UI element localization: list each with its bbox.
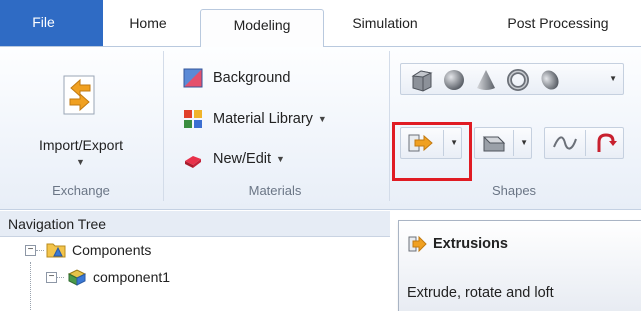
tab-modeling-label: Modeling <box>233 17 291 33</box>
tooltip-title-text: Extrusions <box>433 236 508 252</box>
brick-icon[interactable] <box>409 67 435 93</box>
chevron-down-icon: ▼ <box>76 157 85 167</box>
new-edit-label: New/Edit <box>213 151 272 167</box>
tooltip-title: Extrusions <box>407 235 508 253</box>
ribbon-tab-bar: File Home Modeling Simulation Post Proce… <box>0 0 641 47</box>
import-export-label: Import/Export <box>38 137 124 153</box>
navigation-tree-title: Navigation Tree <box>8 216 107 232</box>
ellipsoid-icon[interactable] <box>537 67 563 93</box>
tab-file[interactable]: File <box>0 0 103 46</box>
material-library-icon <box>184 110 202 128</box>
navigation-tree: − Components − component1 <box>0 238 390 311</box>
new-edit-button[interactable]: New/Edit ▼ <box>182 146 285 172</box>
tree-item-label: component1 <box>93 269 171 285</box>
components-folder-icon <box>46 243 66 258</box>
extrusions-highlight-box <box>392 122 472 181</box>
chevron-down-icon[interactable]: ▼ <box>609 74 617 83</box>
primitive-shapes-toolbar: ▼ <box>400 63 624 95</box>
tab-simulation[interactable]: Simulation <box>340 8 430 46</box>
tab-home[interactable]: Home <box>118 8 178 46</box>
extrusion-icon <box>408 235 427 253</box>
curves-toolbar <box>544 127 624 159</box>
bend-curve-icon[interactable] <box>593 132 619 154</box>
background-icon <box>183 68 203 88</box>
torus-icon[interactable] <box>505 67 531 93</box>
navigation-tree-header: Navigation Tree <box>0 211 390 237</box>
background-button[interactable]: Background <box>182 65 290 91</box>
sphere-icon[interactable] <box>441 67 467 93</box>
collapse-toggle[interactable]: − <box>25 244 36 256</box>
tree-item-components[interactable]: − Components <box>25 240 151 260</box>
group-label-shapes: Shapes <box>491 183 537 198</box>
background-label: Background <box>213 70 291 86</box>
collapse-toggle[interactable]: − <box>46 271 57 283</box>
tab-simulation-label: Simulation <box>352 15 418 31</box>
group-divider <box>389 51 390 201</box>
tab-home-label: Home <box>129 15 167 31</box>
component-icon <box>67 269 87 286</box>
tree-item-component1[interactable]: − component1 <box>46 267 170 287</box>
group-label-materials: Materials <box>248 183 302 198</box>
split-divider <box>585 130 586 156</box>
tree-item-label: Components <box>72 242 152 258</box>
tab-file-label: File <box>32 14 55 30</box>
import-export-icon <box>63 75 95 115</box>
material-block-icon <box>185 156 201 168</box>
chamfer-block-icon <box>482 136 506 152</box>
tab-post-processing[interactable]: Post Processing <box>478 8 638 46</box>
blend-shapes-button[interactable]: ▼ <box>474 127 532 159</box>
tree-connector <box>30 262 31 311</box>
curve-icon[interactable] <box>551 132 579 154</box>
ribbon-panel: Import/Export ▼ Exchange Background Mate… <box>0 46 641 210</box>
chevron-down-icon: ▼ <box>276 154 285 164</box>
chevron-down-icon: ▼ <box>520 138 528 147</box>
material-library-button[interactable]: Material Library ▼ <box>182 106 327 132</box>
material-library-label: Material Library <box>213 111 313 127</box>
split-divider <box>513 130 514 156</box>
group-divider <box>163 51 164 201</box>
import-export-button[interactable]: Import/Export ▼ <box>6 57 156 175</box>
tab-modeling[interactable]: Modeling <box>200 9 324 47</box>
extrusions-tooltip: Extrusions Extrude, rotate and loft <box>398 220 641 311</box>
tab-post-processing-label: Post Processing <box>507 15 609 31</box>
group-label-exchange: Exchange <box>52 183 110 198</box>
tooltip-description: Extrude, rotate and loft <box>407 285 554 301</box>
chevron-down-icon: ▼ <box>317 114 327 124</box>
cone-icon[interactable] <box>473 67 499 93</box>
